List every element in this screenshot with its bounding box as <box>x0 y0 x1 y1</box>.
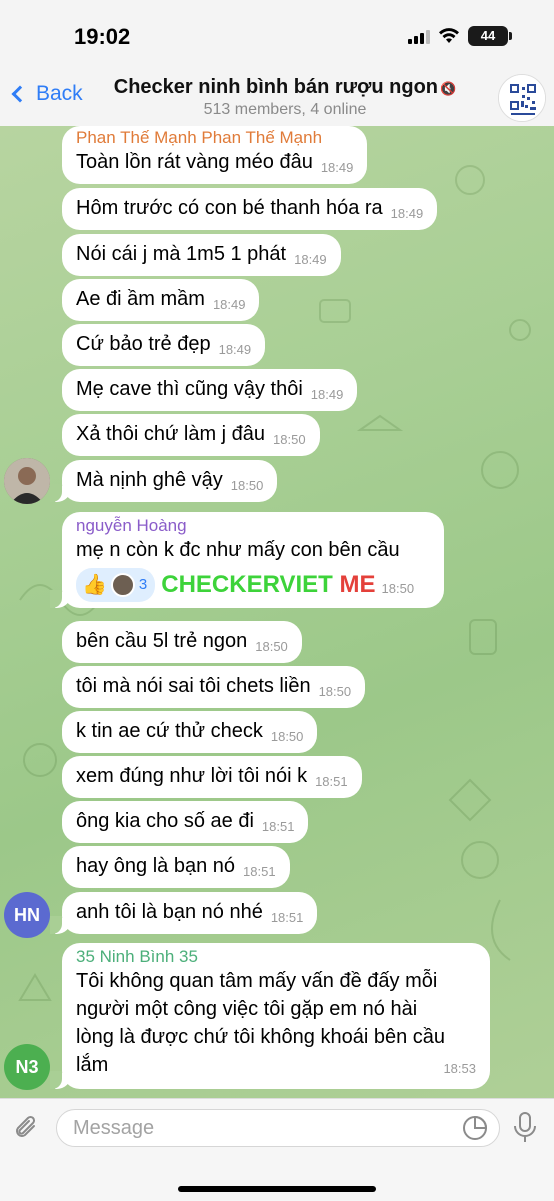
message-time: 18:53 <box>443 1061 476 1076</box>
message-text: Xả thôi chứ làm j đâu <box>76 423 266 445</box>
message-time: 18:51 <box>243 864 276 879</box>
reactor-avatar <box>110 573 135 597</box>
microphone-icon[interactable] <box>512 1111 538 1145</box>
message-time: 18:50 <box>318 684 352 699</box>
message-bubble[interactable]: 35 Ninh Bình 35 Tôi không quan tâm mấy v… <box>50 943 490 1089</box>
message-time: 18:51 <box>261 819 295 834</box>
status-time: 19:02 <box>74 24 131 49</box>
message-text: xem đúng như lời tôi nói k <box>76 765 308 787</box>
message-text: Ae đi ầm mầm <box>76 288 205 310</box>
message-text-line: Tôi không quan tâm mấy vấn đề đấy mỗi <box>76 970 438 992</box>
avatar[interactable] <box>4 458 50 504</box>
message-bubble[interactable]: ông kia cho số ae đi 18:51 <box>62 801 309 843</box>
message-input[interactable] <box>56 1109 500 1147</box>
message-bubble[interactable]: hay ông là bạn nó 18:51 <box>62 846 290 888</box>
message-time: 18:51 <box>315 774 348 789</box>
message-bubble[interactable]: bên cầu 5l trẻ ngon 18:50 <box>62 621 302 663</box>
message-bubble[interactable]: Ae đi ầm mầm 18:49 <box>62 279 260 321</box>
chat-title-text: Checker ninh bình bán rượu ngon <box>113 76 439 98</box>
watermark: CHECKERVIET ME <box>161 571 375 599</box>
avatar[interactable]: HN <box>4 892 50 938</box>
message-text: bên cầu 5l trẻ ngon <box>76 630 248 652</box>
message-text: k tin ae cứ thử check <box>76 720 263 742</box>
chevron-left-icon <box>11 85 29 103</box>
chat-title[interactable]: Checker ninh bình bán rượu ngon 🔇 <box>100 76 470 99</box>
message-time: 18:49 <box>218 342 252 357</box>
home-indicator <box>178 1186 376 1192</box>
status-bar: 19:02 44 <box>0 0 554 70</box>
message-text: Hôm trước có con bé thanh hóa ra <box>76 197 383 219</box>
back-button[interactable]: Back <box>10 82 83 106</box>
cellular-signal-icon <box>408 28 430 44</box>
sticker-icon[interactable] <box>462 1115 488 1141</box>
message-time: 18:49 <box>294 252 327 267</box>
message-bubble[interactable]: Mà nịnh ghê vậy 18:50 <box>49 460 278 502</box>
avatar[interactable]: N3 <box>4 1044 50 1090</box>
message-bubble[interactable]: Mẹ cave thì cũng vậy thôi 18:49 <box>62 369 358 411</box>
message-time: 18:49 <box>310 387 344 402</box>
message-bubble[interactable]: xem đúng như lời tôi nói k 18:51 <box>62 756 362 798</box>
message-text: Toàn lồn rát vàng méo đâu <box>76 151 313 173</box>
message-text: Cứ bảo trẻ đẹp <box>76 333 211 355</box>
message-text: hay ông là bạn nó <box>76 855 236 877</box>
qr-code-icon <box>499 75 545 121</box>
avatar-initials: N3 <box>15 1057 39 1077</box>
group-avatar[interactable] <box>498 74 546 122</box>
message-time: 18:49 <box>320 160 354 175</box>
message-text-line: lòng là được chứ tôi không khoái bên cầu <box>76 1026 446 1048</box>
message-bubble[interactable]: Xả thôi chứ làm j đâu 18:50 <box>62 414 320 456</box>
message-text: Nói cái j mà 1m5 1 phát <box>76 243 287 265</box>
message-time: 18:50 <box>381 581 415 596</box>
message-text: Mà nịnh ghê vậy <box>76 469 223 491</box>
message-bubble[interactable]: k tin ae cứ thử check 18:50 <box>62 711 318 753</box>
message-text-line: lắm <box>76 1054 109 1076</box>
message-bubble[interactable]: Hôm trước có con bé thanh hóa ra 18:49 <box>62 188 438 230</box>
message-bubble[interactable]: Phan Thế Mạnh Phan Thế Mạnh Toàn lồn rát… <box>62 126 368 184</box>
message-reactions: 👍 3 CHECKERVIET ME 18:50 <box>76 568 430 602</box>
message-time: 18:50 <box>230 478 264 493</box>
message-bubble[interactable]: anh tôi là bạn nó nhé 18:51 <box>49 892 318 934</box>
message-sender: Phan Thế Mạnh Phan Thế Mạnh <box>76 128 323 147</box>
message-text: Mẹ cave thì cũng vậy thôi <box>76 378 303 400</box>
wifi-icon <box>439 28 459 43</box>
message-sender: 35 Ninh Bình 35 <box>76 947 198 966</box>
message-text-line: người một công việc tôi gặp em nó hài <box>76 998 418 1020</box>
message-list[interactable]: Phan Thế Mạnh Phan Thế Mạnh Toàn lồn rát… <box>0 126 554 1096</box>
battery-icon: 44 <box>468 26 512 46</box>
message-bubble[interactable]: Nói cái j mà 1m5 1 phát 18:49 <box>62 234 341 276</box>
paperclip-icon[interactable] <box>12 1113 42 1143</box>
message-bubble[interactable]: Cứ bảo trẻ đẹp 18:49 <box>62 324 266 366</box>
avatar-initials: HN <box>14 905 40 925</box>
reaction-button[interactable]: 👍 3 <box>76 568 156 602</box>
message-time: 18:50 <box>255 639 288 654</box>
muted-speaker-icon: 🔇 <box>440 81 457 96</box>
message-time: 18:49 <box>390 206 424 221</box>
user-photo-icon <box>4 458 50 504</box>
watermark-text: CHECKERVIET <box>161 571 333 598</box>
message-text: tôi mà nói sai tôi chets liền <box>76 675 311 697</box>
message-text: anh tôi là bạn nó nhé <box>76 901 263 923</box>
message-bubble[interactable]: nguyễn Hoàng mẹ n còn k đc như mấy con b… <box>50 512 444 608</box>
message-time: 18:50 <box>273 432 306 447</box>
message-time: 18:51 <box>270 910 304 925</box>
message-text: ông kia cho số ae đi <box>76 810 254 832</box>
message-text: mẹ n còn k đc như mấy con bên cầu <box>76 539 400 561</box>
chat-member-count: 513 members, 4 online <box>203 101 367 118</box>
thumbs-up-icon: 👍 <box>82 574 107 596</box>
message-bubble[interactable]: tôi mà nói sai tôi chets liền 18:50 <box>62 666 366 708</box>
message-sender: nguyễn Hoàng <box>76 516 187 535</box>
message-time: 18:49 <box>212 297 246 312</box>
chat-header: Back Checker ninh bình bán rượu ngon 🔇 51… <box>0 70 554 126</box>
watermark-suffix: ME <box>339 571 376 598</box>
reaction-count: 3 <box>138 576 148 593</box>
status-icons: 44 <box>408 26 512 46</box>
message-time: 18:50 <box>270 729 304 744</box>
back-label: Back <box>36 82 83 105</box>
